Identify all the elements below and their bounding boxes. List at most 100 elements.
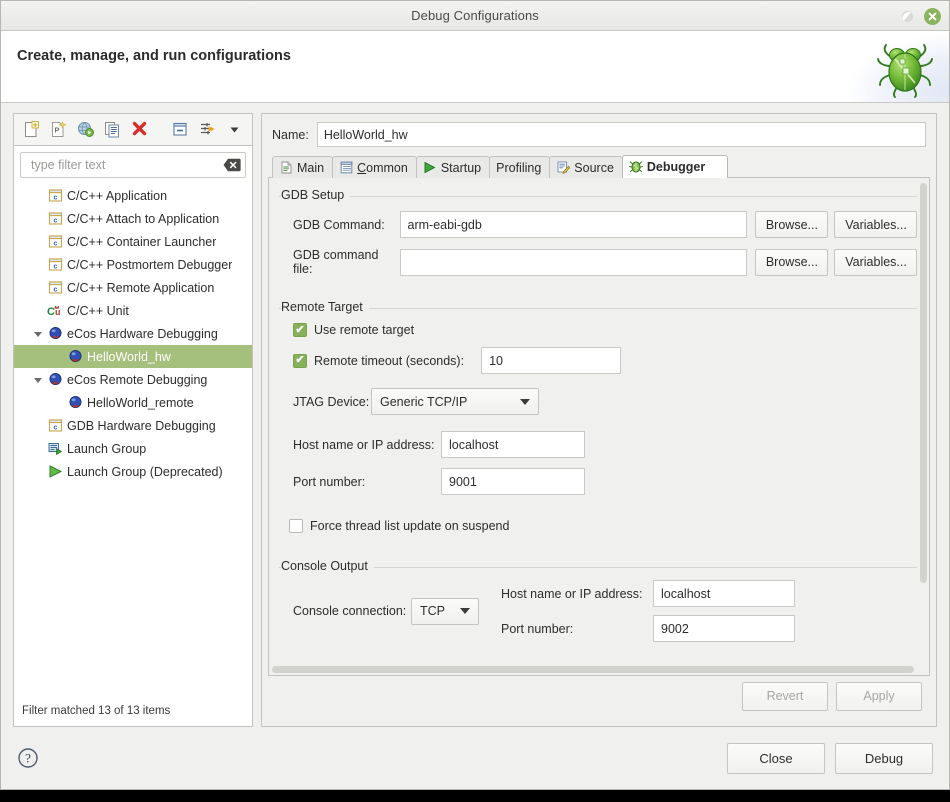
- tab-label: Common: [357, 160, 408, 175]
- new-document-icon[interactable]: [20, 118, 43, 141]
- clear-icon[interactable]: [223, 158, 241, 172]
- horizontal-scrollbar[interactable]: [270, 664, 928, 674]
- tree-item-label: C/C++ Attach to Application: [67, 211, 220, 226]
- restore-icon[interactable]: [901, 10, 914, 23]
- tree-item-label: eCos Remote Debugging: [67, 372, 208, 387]
- globe-icon[interactable]: [74, 118, 97, 141]
- tree-item[interactable]: eCos Hardware Debugging: [14, 322, 252, 345]
- tree-item[interactable]: HelloWorld_remote: [14, 391, 252, 414]
- chevron-down-icon[interactable]: [223, 118, 246, 141]
- dialog-footer: ? Close Debug: [1, 727, 949, 789]
- page-title: Create, manage, and run configurations: [17, 48, 291, 64]
- tab-common[interactable]: Common: [332, 156, 417, 178]
- tab-startup[interactable]: Startup: [415, 156, 491, 178]
- svg-text:c: c: [53, 286, 57, 293]
- horizontal-scrollbar-thumb[interactable]: [272, 666, 914, 673]
- tree-item[interactable]: Launch Group (Deprecated): [14, 460, 252, 483]
- use-remote-target-row: ✔ Use remote target: [293, 323, 917, 337]
- remote-timeout-input[interactable]: [481, 347, 622, 374]
- svg-text:c: c: [53, 217, 57, 224]
- force-thread-list-row: Force thread list update on suspend: [289, 519, 917, 533]
- configurations-toolbar: P: [13, 113, 253, 145]
- gdb-setup-title: GDB Setup: [281, 188, 351, 202]
- filter-icon[interactable]: [196, 118, 219, 141]
- search-input[interactable]: [29, 157, 223, 173]
- dialog-body: P type filter text c C/C++ Application c…: [1, 103, 949, 727]
- gdb-command-browse-button[interactable]: Browse...: [754, 211, 829, 238]
- console-output-body: Console connection: TCP Host name or IP …: [279, 567, 917, 650]
- configuration-name-input[interactable]: [316, 122, 926, 147]
- launch-group-deprecated-icon: [46, 464, 64, 479]
- close-button[interactable]: Close: [727, 742, 825, 774]
- chevron-down-icon[interactable]: [30, 375, 46, 385]
- delete-x-icon[interactable]: [128, 118, 151, 141]
- console-port-input[interactable]: [653, 615, 795, 642]
- remote-target-title: Remote Target: [281, 300, 369, 314]
- remote-timeout-checkbox[interactable]: ✔: [293, 353, 307, 368]
- svg-text:c: c: [53, 424, 57, 431]
- apply-button[interactable]: Apply: [836, 681, 922, 711]
- collapse-all-icon[interactable]: [169, 118, 192, 141]
- gdb-command-variables-button[interactable]: Variables...: [834, 211, 917, 238]
- gdb-command-file-input[interactable]: [399, 248, 747, 276]
- help-question-icon[interactable]: ?: [17, 747, 39, 769]
- jtag-device-value: Generic TCP/IP: [380, 394, 468, 409]
- tree-item[interactable]: c C/C++ Postmortem Debugger: [14, 253, 252, 276]
- common-icon: [339, 161, 353, 175]
- ecos-icon: [66, 349, 84, 364]
- force-thread-list-label[interactable]: Force thread list update on suspend: [310, 519, 509, 533]
- gdb-command-file-label: GDB command file:: [293, 248, 379, 276]
- svg-text:c: c: [53, 194, 57, 201]
- use-remote-target-checkbox[interactable]: ✔: [293, 323, 307, 337]
- gdb-command-input[interactable]: [399, 211, 747, 238]
- tree-item[interactable]: c C/C++ Application: [14, 184, 252, 207]
- configurations-tree[interactable]: c C/C++ Application c C/C++ Attach to Appli…: [14, 182, 252, 698]
- tree-item[interactable]: Cu C/C++ Unit: [14, 299, 252, 322]
- remote-host-input[interactable]: [441, 431, 585, 458]
- tab-debugger[interactable]: Debugger: [621, 155, 729, 178]
- tree-item[interactable]: c C/C++ Remote Application: [14, 276, 252, 299]
- configuration-editor-pane: Name: Main Common Startup Profiling Source De…: [261, 113, 937, 727]
- gdb-setup-body: GDB Command: Browse... Variables... GDB …: [279, 196, 917, 294]
- apply-row: Revert Apply: [268, 676, 930, 720]
- chevron-down-icon[interactable]: [30, 329, 46, 339]
- new-prototype-icon[interactable]: P: [47, 118, 70, 141]
- vertical-scrollbar[interactable]: [919, 179, 928, 664]
- tree-item[interactable]: c C/C++ Container Launcher: [14, 230, 252, 253]
- tree-item[interactable]: c C/C++ Attach to Application: [14, 207, 252, 230]
- filter-box[interactable]: [20, 152, 246, 178]
- tree-item[interactable]: Launch Group: [14, 437, 252, 460]
- window-title: Debug Configurations: [411, 8, 539, 23]
- force-thread-list-checkbox[interactable]: [289, 519, 303, 533]
- c-app-icon: c: [46, 257, 64, 272]
- vertical-scrollbar-thumb[interactable]: [920, 183, 927, 583]
- tree-item[interactable]: eCos Remote Debugging: [14, 368, 252, 391]
- jtag-device-row: JTAG Device: Generic TCP/IP: [293, 388, 917, 415]
- tab-main[interactable]: Main: [272, 156, 334, 178]
- tree-item[interactable]: HelloWorld_hw: [14, 345, 252, 368]
- jtag-device-select[interactable]: Generic TCP/IP: [371, 388, 539, 415]
- revert-button[interactable]: Revert: [742, 681, 828, 711]
- console-host-input[interactable]: [653, 580, 795, 607]
- launch-group-icon: [46, 441, 64, 456]
- filter-status: Filter matched 13 of 13 items: [22, 705, 171, 717]
- console-port-label: Port number:: [501, 621, 574, 636]
- tab-source[interactable]: Source: [549, 156, 623, 178]
- remote-timeout-label[interactable]: Remote timeout (seconds):: [314, 354, 464, 368]
- use-remote-target-label[interactable]: Use remote target: [314, 323, 414, 337]
- remote-host-row: Host name or IP address:: [293, 431, 917, 458]
- console-host-row: Host name or IP address:: [501, 580, 795, 607]
- jtag-device-label: JTAG Device:: [293, 394, 370, 409]
- gdb-command-file-browse-button[interactable]: Browse...: [754, 248, 829, 276]
- console-connection-select[interactable]: TCP: [411, 597, 479, 625]
- remote-host-label: Host name or IP address:: [293, 437, 435, 452]
- close-icon[interactable]: [924, 7, 941, 25]
- tree-item[interactable]: c GDB Hardware Debugging: [14, 414, 252, 437]
- remote-port-input[interactable]: [441, 468, 585, 495]
- tab-profiling[interactable]: Profiling: [489, 156, 551, 178]
- remote-target-body: ✔ Use remote target ✔ Remote timeout (se…: [279, 308, 917, 509]
- debug-button[interactable]: Debug: [835, 742, 933, 774]
- debug-configurations-window: Debug Configurations Create, manage, and…: [0, 0, 950, 790]
- duplicate-icon[interactable]: [101, 118, 124, 141]
- gdb-command-file-variables-button[interactable]: Variables...: [834, 248, 917, 276]
